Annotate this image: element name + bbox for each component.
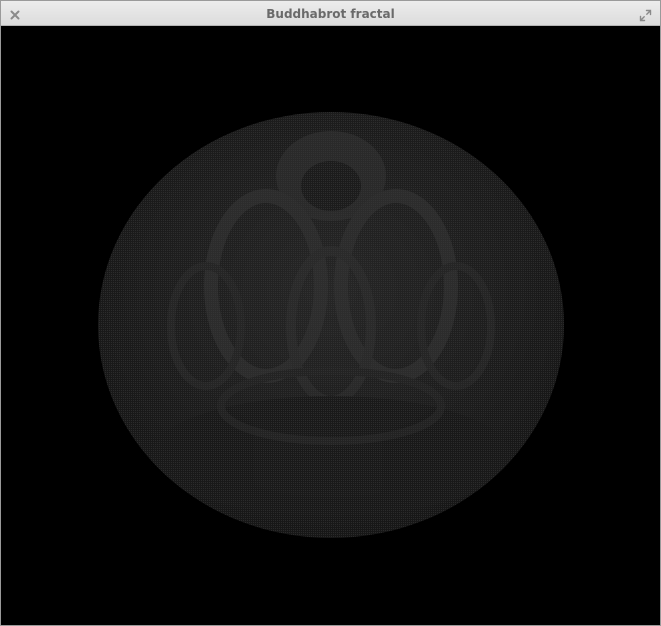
app-window: Buddhabrot fractal — [0, 0, 661, 626]
window-title: Buddhabrot fractal — [266, 7, 395, 21]
maximize-button[interactable] — [639, 7, 652, 22]
fractal-canvas[interactable] — [1, 26, 660, 625]
fractal-texture — [98, 112, 564, 538]
maximize-icon — [639, 9, 652, 22]
buddhabrot-render — [98, 112, 564, 538]
title-bar[interactable]: Buddhabrot fractal — [1, 1, 660, 26]
